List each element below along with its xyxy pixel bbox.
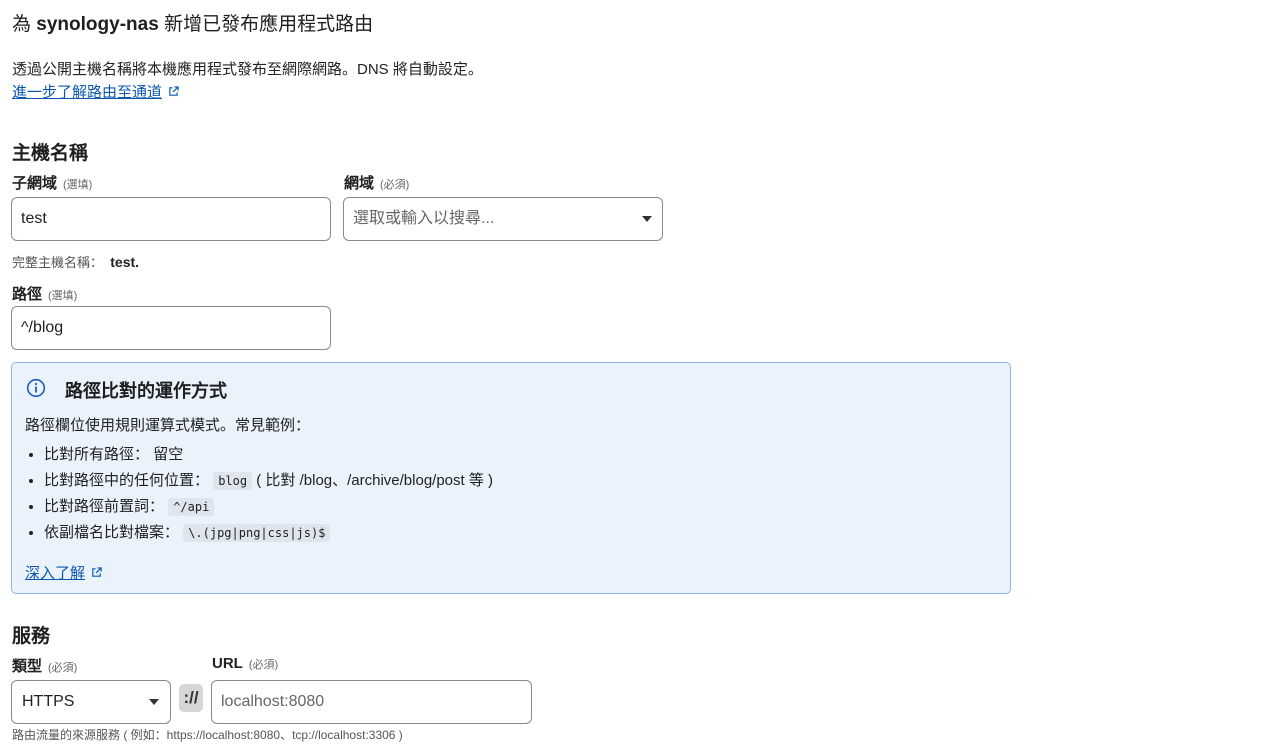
domain-select[interactable] bbox=[343, 197, 663, 241]
code-snippet: blog bbox=[213, 472, 253, 490]
type-select[interactable]: HTTPS bbox=[11, 680, 171, 724]
list-item: 比對路徑前置詞： ^/api bbox=[44, 494, 493, 520]
code-snippet: ^/api bbox=[168, 498, 215, 516]
list-item: 比對路徑中的任何位置： blog ( 比對 /blog、/archive/blo… bbox=[44, 468, 493, 494]
info-title: 路徑比對的運作方式 bbox=[65, 381, 227, 401]
url-input[interactable] bbox=[211, 680, 532, 724]
full-hostname: 完整主機名稱： test. bbox=[12, 254, 140, 270]
chevron-down-icon bbox=[149, 699, 159, 705]
path-input[interactable] bbox=[11, 306, 331, 350]
subdomain-label: 子網域 (選填) bbox=[12, 175, 93, 192]
external-link-icon bbox=[169, 86, 179, 96]
domain-search-input[interactable] bbox=[343, 197, 663, 241]
external-link-icon bbox=[92, 567, 102, 577]
type-label: 類型 (必須) bbox=[12, 658, 78, 675]
learn-more-link[interactable]: 深入了解 bbox=[25, 562, 102, 583]
protocol-separator: :// bbox=[179, 684, 203, 712]
full-hostname-value: test. bbox=[110, 254, 140, 270]
service-help-text: 路由流量的來源服務 ( 例如：https://localhost:8080、tc… bbox=[12, 728, 403, 742]
learn-routing-link[interactable]: 進一步了解路由至通道 bbox=[12, 81, 179, 102]
chevron-down-icon bbox=[642, 216, 652, 222]
path-matching-info: 路徑比對的運作方式 路徑欄位使用規則運算式模式。常見範例： 比對所有路徑： 留空… bbox=[11, 362, 1011, 594]
path-label: 路徑 (選填) bbox=[12, 286, 78, 303]
hostname-section-title: 主機名稱 bbox=[12, 143, 89, 164]
info-intro: 路徑欄位使用規則運算式模式。常見範例： bbox=[25, 417, 311, 434]
page-description: 透過公開主機名稱將本機應用程式發布至網際網路。DNS 將自動設定。 bbox=[12, 61, 483, 78]
domain-label: 網域 (必須) bbox=[344, 175, 410, 192]
service-section-title: 服務 bbox=[12, 626, 51, 647]
info-examples-list: 比對所有路徑： 留空 比對路徑中的任何位置： blog ( 比對 /blog、/… bbox=[26, 442, 493, 546]
page-title: 為 synology-nas 新增已發布應用程式路由 bbox=[12, 14, 374, 35]
url-label: URL (必須) bbox=[212, 655, 279, 672]
subdomain-input[interactable] bbox=[11, 197, 331, 241]
info-icon bbox=[26, 378, 46, 403]
list-item: 依副檔名比對檔案： \.(jpg|png|css|js)$ bbox=[44, 520, 493, 546]
type-select-value: HTTPS bbox=[22, 693, 75, 710]
code-snippet: \.(jpg|png|css|js)$ bbox=[183, 524, 331, 542]
list-item: 比對所有路徑： 留空 bbox=[44, 442, 493, 468]
